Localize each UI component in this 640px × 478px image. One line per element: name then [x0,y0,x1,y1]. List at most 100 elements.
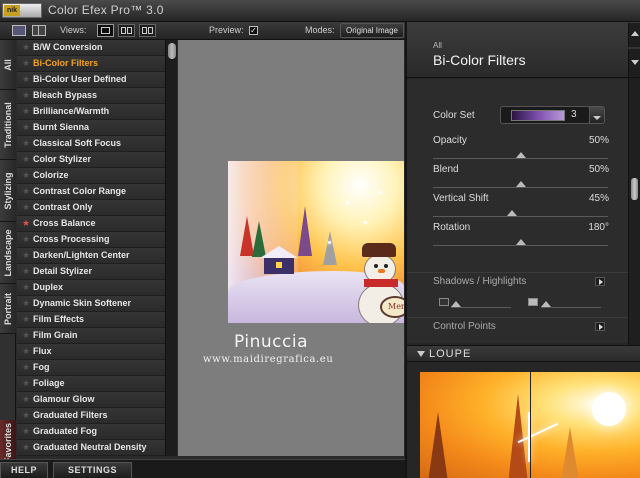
star-icon[interactable]: ★ [22,266,30,277]
filter-list-item[interactable]: ★ Bi-Color User Defined [17,72,165,88]
tab-traditional[interactable]: Traditional [0,90,16,160]
filter-list-item[interactable]: ★ Contrast Color Range [17,184,165,200]
star-icon[interactable]: ★ [22,362,30,373]
shadows-swatch[interactable] [439,298,449,306]
filter-list-item[interactable]: ★ Cross Processing [17,232,165,248]
filter-list-item[interactable]: ★ Film Grain [17,328,165,344]
single-panel-icon[interactable] [12,25,26,36]
slider-track[interactable] [433,245,608,246]
star-icon[interactable]: ★ [22,282,30,293]
star-icon[interactable]: ★ [22,42,30,53]
control-points-section[interactable]: Control Points [407,317,628,335]
filter-list-item[interactable]: ★ Cross Balance [17,216,165,232]
expand-arrow-icon[interactable] [595,322,605,331]
shadows-track[interactable] [451,307,511,308]
star-icon[interactable]: ★ [22,58,30,69]
filter-list-item[interactable]: ★ Graduated Filters [17,408,165,424]
star-icon[interactable]: ★ [22,410,30,421]
filter-controls: Color Set 3 Opacity 50% Blend 50% Vertical S… [407,79,628,343]
slider-thumb[interactable] [515,239,526,245]
shadows-thumb[interactable] [451,301,461,307]
filter-list-item[interactable]: ★ Fog [17,360,165,376]
slider-thumb[interactable] [506,210,517,216]
preview-checkbox[interactable]: ✓ [249,26,258,35]
star-icon[interactable]: ★ [22,330,30,341]
filter-list-item[interactable]: ★ Glamour Glow [17,392,165,408]
tab-landscape[interactable]: Landscape [0,222,16,284]
star-icon[interactable]: ★ [22,442,30,453]
settings-button[interactable]: SETTINGS [53,462,132,478]
view-single-button[interactable] [97,24,114,37]
filter-list-item[interactable]: ★ Darken/Lighten Center [17,248,165,264]
filter-list-item[interactable]: ★ B/W Conversion [17,40,165,56]
filter-name: Duplex [33,282,64,292]
color-set-stepper[interactable] [589,106,605,124]
slider-value: 45% [588,193,609,204]
filter-list-item[interactable]: ★ Burnt Sienna [17,120,165,136]
filter-list-item[interactable]: ★ Classical Soft Focus [17,136,165,152]
slider-track[interactable] [433,187,608,188]
modes-dropdown[interactable]: Original Image [340,23,404,38]
star-icon[interactable]: ★ [22,426,30,437]
filter-title: Bi-Color Filters [433,52,526,68]
scrollbar-thumb[interactable] [168,43,176,59]
loupe-header[interactable]: LOUPE [407,345,640,362]
filter-list-item[interactable]: ★ Duplex [17,280,165,296]
color-set-selector[interactable]: 3 [500,106,590,124]
star-icon[interactable]: ★ [22,138,30,149]
filter-name: Graduated Neutral Density [33,442,147,452]
filter-list-item[interactable]: ★ Dynamic Skin Softener [17,296,165,312]
expand-arrow-icon[interactable] [595,277,605,286]
dual-panel-icon[interactable] [32,25,46,36]
star-icon[interactable]: ★ [22,378,30,389]
chevron-down-icon[interactable] [628,49,640,77]
highlights-thumb[interactable] [541,301,551,307]
filter-list-item[interactable]: ★ Film Effects [17,312,165,328]
slider-track[interactable] [433,158,608,159]
star-icon[interactable]: ★ [22,298,30,309]
star-icon[interactable]: ★ [22,170,30,181]
filter-list-item[interactable]: ★ Graduated Neutral Density [17,440,165,456]
star-icon[interactable]: ★ [22,250,30,261]
highlights-track[interactable] [541,307,601,308]
star-icon[interactable]: ★ [22,90,30,101]
tab-all[interactable]: All [0,40,16,90]
filter-list-item[interactable]: ★ Foliage [17,376,165,392]
panel-scrollbar[interactable] [628,78,640,345]
filter-list-item[interactable]: ★ Bleach Bypass [17,88,165,104]
filter-list-item[interactable]: ★ Flux [17,344,165,360]
slider-thumb[interactable] [515,181,526,187]
shadows-highlights-section[interactable]: Shadows / Highlights [407,272,628,290]
star-icon[interactable]: ★ [22,394,30,405]
star-icon[interactable]: ★ [22,314,30,325]
filter-list-item[interactable]: ★ Colorize [17,168,165,184]
star-icon[interactable]: ★ [22,202,30,213]
star-icon[interactable]: ★ [22,74,30,85]
filter-list-item[interactable]: ★ Graduated Fog [17,424,165,440]
filter-list-item[interactable]: ★ Color Stylizer [17,152,165,168]
tab-portrait[interactable]: Portrait [0,284,16,334]
scrollbar-thumb[interactable] [631,178,638,200]
filter-list-item[interactable]: ★ Bi-Color Filters [17,56,165,72]
star-icon[interactable]: ★ [22,122,30,133]
star-icon[interactable]: ★ [22,106,30,117]
slider-track[interactable] [433,216,608,217]
view-side-by-side-button[interactable] [139,24,156,37]
star-icon[interactable]: ★ [22,346,30,357]
slider-thumb[interactable] [515,152,526,158]
help-button[interactable]: HELP [0,462,48,478]
filter-list-item[interactable]: ★ Brilliance/Warmth [17,104,165,120]
shadows-highlights-label: Shadows / Highlights [433,276,527,287]
filter-controls-panel: All Bi-Color Filters Color Set 3 Opacity… [405,22,640,478]
filter-list-item[interactable]: ★ Contrast Only [17,200,165,216]
star-icon[interactable]: ★ [22,186,30,197]
tab-stylizing[interactable]: Stylizing [0,160,16,222]
view-split-button[interactable] [118,24,135,37]
filter-list-item[interactable]: ★ Detail Stylizer [17,264,165,280]
highlights-swatch[interactable] [528,298,538,306]
filter-list-scrollbar[interactable] [165,40,177,456]
scroll-up-icon[interactable] [628,23,640,47]
star-icon[interactable]: ★ [22,154,30,165]
star-icon[interactable]: ★ [22,218,30,229]
star-icon[interactable]: ★ [22,234,30,245]
